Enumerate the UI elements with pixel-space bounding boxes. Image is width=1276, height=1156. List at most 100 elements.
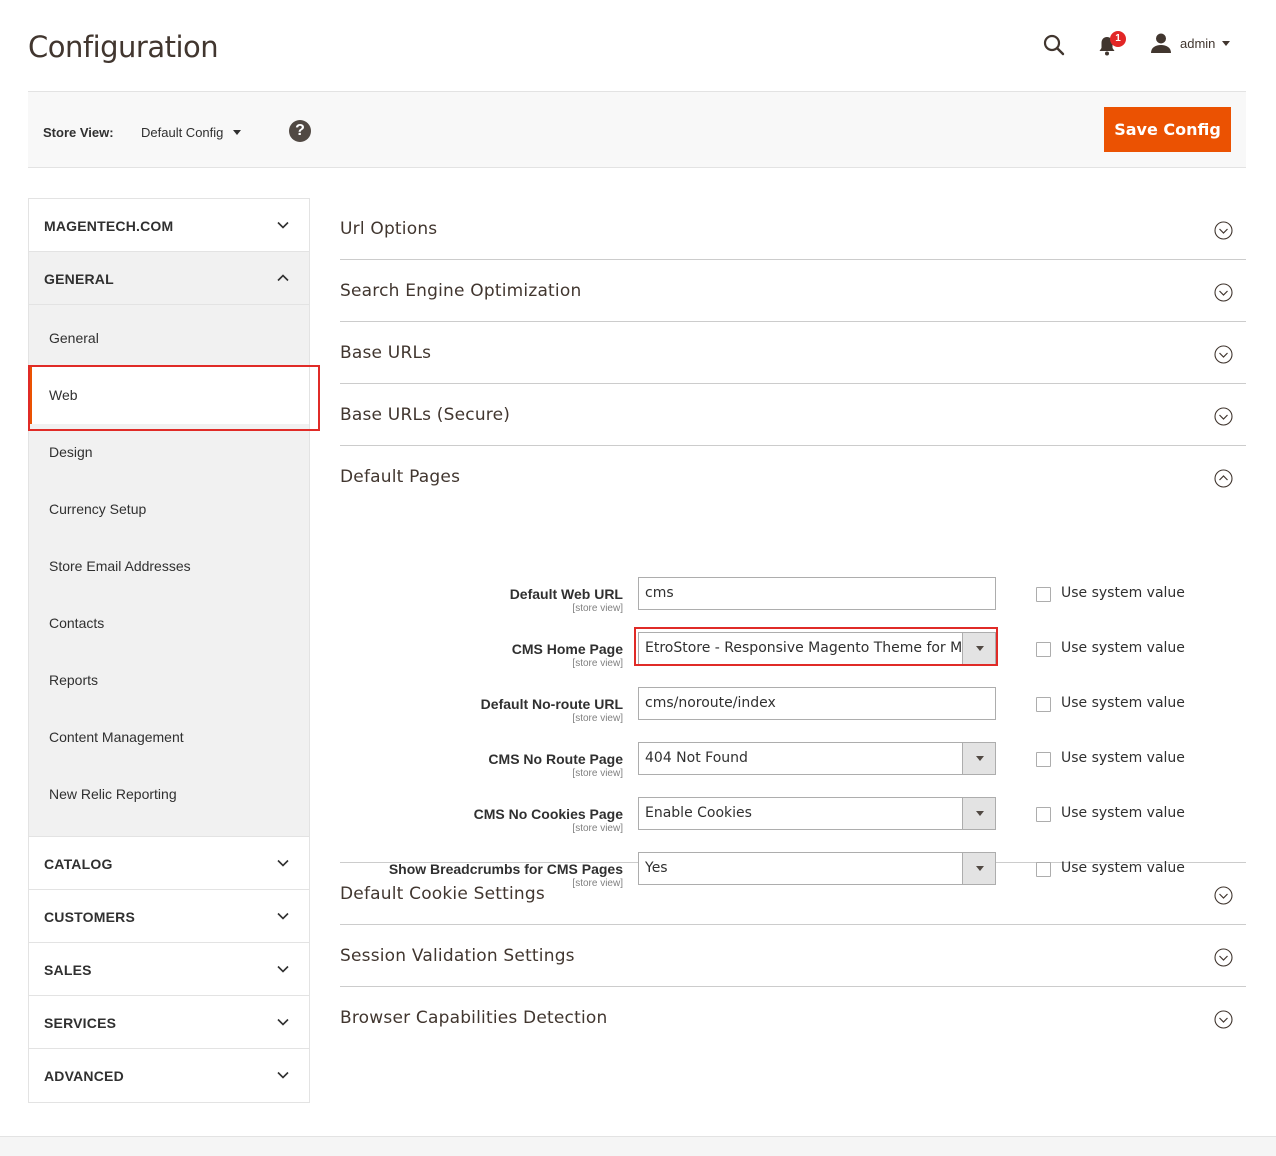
store-view-label: Store View: [43, 125, 114, 140]
sidebar-general-items: General Web Design Currency Setup Store … [29, 305, 309, 837]
sidebar-section-label: SERVICES [44, 1015, 117, 1031]
sidebar-section-label: CATALOG [44, 856, 113, 872]
field-scope: [store view] [572, 823, 623, 834]
section-title: Session Validation Settings [340, 946, 575, 966]
chevron-down-icon [277, 912, 289, 920]
store-view-switcher[interactable]: Default Config [141, 125, 242, 140]
use-system-value-checkbox[interactable] [1036, 642, 1051, 657]
cms-home-page-select[interactable]: EtroStore - Responsive Magento Theme for… [638, 632, 996, 665]
sidebar-section-label: ADVANCED [44, 1068, 124, 1084]
section-title: Base URLs (Secure) [340, 405, 511, 425]
section-browser-capabilities-detection[interactable]: Browser Capabilities Detection [340, 987, 1246, 1049]
field-scope: [store view] [572, 713, 623, 724]
store-view-value: Default Config [141, 125, 224, 140]
sidebar-section-label: CUSTOMERS [44, 909, 135, 925]
sidebar-item-content-management[interactable]: Content Management [29, 709, 309, 766]
sidebar-item-web[interactable]: Web [29, 367, 309, 424]
expand-circle-icon [1214, 221, 1233, 240]
use-system-value-label: Use system value [1061, 585, 1185, 601]
cms-no-route-page-select[interactable]: 404 Not Found [638, 742, 996, 775]
field-label: Default No-route URL [480, 696, 623, 712]
expand-circle-icon [1214, 886, 1233, 905]
use-system-value-checkbox[interactable] [1036, 752, 1051, 767]
chevron-down-icon [277, 965, 289, 973]
notifications-button[interactable]: 1 [1096, 31, 1126, 60]
sidebar-section-services[interactable]: SERVICES [29, 996, 309, 1049]
user-icon [1151, 33, 1171, 53]
help-icon[interactable]: ? [289, 120, 311, 142]
save-config-button[interactable]: Save Config [1104, 107, 1231, 152]
field-row-default-no-route-url: Default No-route URL [store view] cms/no… [340, 687, 1246, 724]
sidebar-item-label: Content Management [49, 729, 184, 745]
expand-circle-icon [1214, 407, 1233, 426]
section-title: Default Cookie Settings [340, 884, 545, 904]
cms-no-cookies-page-select[interactable]: Enable Cookies [638, 797, 996, 830]
sidebar-item-label: Design [49, 444, 93, 460]
sidebar-item-label: Contacts [49, 615, 105, 631]
field-scope: [store view] [572, 768, 623, 779]
sidebar-item-label: Currency Setup [49, 501, 147, 517]
use-system-value-checkbox[interactable] [1036, 587, 1051, 602]
field-row-cms-no-cookies-page: CMS No Cookies Page [store view] Enable … [340, 797, 1246, 834]
sidebar-item-contacts[interactable]: Contacts [29, 595, 309, 652]
section-title: Base URLs [340, 343, 432, 363]
expand-circle-icon [1214, 283, 1233, 302]
default-pages-fieldset: Default Web URL [store view] cms Use sys… [340, 508, 1246, 889]
config-content: Url Options Search Engine Optimization B… [340, 198, 1246, 1049]
config-sidebar: MAGENTECH.COM GENERAL General Web Design… [28, 198, 310, 1103]
admin-account-menu[interactable]: admin [1150, 31, 1231, 55]
field-scope: [store view] [572, 603, 623, 614]
select-value: EtroStore - Responsive Magento Theme for… [645, 640, 975, 656]
section-session-validation-settings[interactable]: Session Validation Settings [340, 925, 1246, 987]
field-row-cms-no-route-page: CMS No Route Page [store view] 404 Not F… [340, 742, 1246, 779]
sidebar-section-label: SALES [44, 962, 92, 978]
field-label: CMS No Cookies Page [473, 806, 623, 822]
use-system-value-label: Use system value [1061, 695, 1185, 711]
sidebar-section-sales[interactable]: SALES [29, 943, 309, 996]
sidebar-item-reports[interactable]: Reports [29, 652, 309, 709]
collapse-circle-icon [1214, 469, 1233, 488]
use-system-value-checkbox[interactable] [1036, 807, 1051, 822]
dropdown-arrow-icon [962, 743, 995, 774]
sidebar-section-label: MAGENTECH.COM [44, 218, 174, 234]
chevron-down-icon [277, 859, 289, 867]
field-row-cms-home-page: CMS Home Page [store view] EtroStore - R… [340, 627, 1246, 669]
section-default-cookie-settings[interactable]: Default Cookie Settings [340, 863, 1246, 925]
section-search-engine-optimization[interactable]: Search Engine Optimization [340, 260, 1246, 322]
admin-name: admin [1180, 35, 1216, 51]
search-icon[interactable] [1040, 32, 1068, 60]
section-base-urls-secure[interactable]: Base URLs (Secure) [340, 384, 1246, 446]
sidebar-section-label: GENERAL [44, 271, 114, 287]
sidebar-section-customers[interactable]: CUSTOMERS [29, 890, 309, 943]
chevron-down-icon [277, 221, 289, 229]
select-value: Enable Cookies [645, 805, 752, 821]
sidebar-item-new-relic-reporting[interactable]: New Relic Reporting [29, 766, 309, 823]
page-title: Configuration [28, 30, 219, 64]
select-value: 404 Not Found [645, 750, 748, 766]
default-no-route-url-input[interactable]: cms/noroute/index [638, 687, 996, 720]
use-system-value-label: Use system value [1061, 805, 1185, 821]
sidebar-item-label: Web [49, 387, 78, 403]
field-scope: [store view] [572, 658, 623, 669]
expand-circle-icon [1214, 345, 1233, 364]
use-system-value-checkbox[interactable] [1036, 697, 1051, 712]
caret-down-icon [233, 130, 242, 135]
sidebar-item-store-email-addresses[interactable]: Store Email Addresses [29, 538, 309, 595]
chevron-down-icon [277, 1071, 289, 1079]
default-web-url-input[interactable]: cms [638, 577, 996, 610]
sidebar-item-label: Store Email Addresses [49, 558, 191, 574]
sidebar-section-advanced[interactable]: ADVANCED [29, 1049, 309, 1102]
section-url-options[interactable]: Url Options [340, 198, 1246, 260]
sidebar-section-magentech[interactable]: MAGENTECH.COM [29, 199, 309, 252]
expand-circle-icon [1214, 1010, 1233, 1029]
section-default-pages[interactable]: Default Pages [340, 446, 1246, 508]
sidebar-section-catalog[interactable]: CATALOG [29, 837, 309, 890]
sidebar-item-label: General [49, 330, 99, 346]
sidebar-item-currency-setup[interactable]: Currency Setup [29, 481, 309, 538]
sidebar-item-design[interactable]: Design [29, 424, 309, 481]
chevron-up-icon [277, 274, 289, 282]
notification-badge: 1 [1110, 31, 1126, 47]
sidebar-section-general[interactable]: GENERAL [29, 252, 309, 305]
sidebar-item-general[interactable]: General [29, 310, 309, 367]
section-base-urls[interactable]: Base URLs [340, 322, 1246, 384]
